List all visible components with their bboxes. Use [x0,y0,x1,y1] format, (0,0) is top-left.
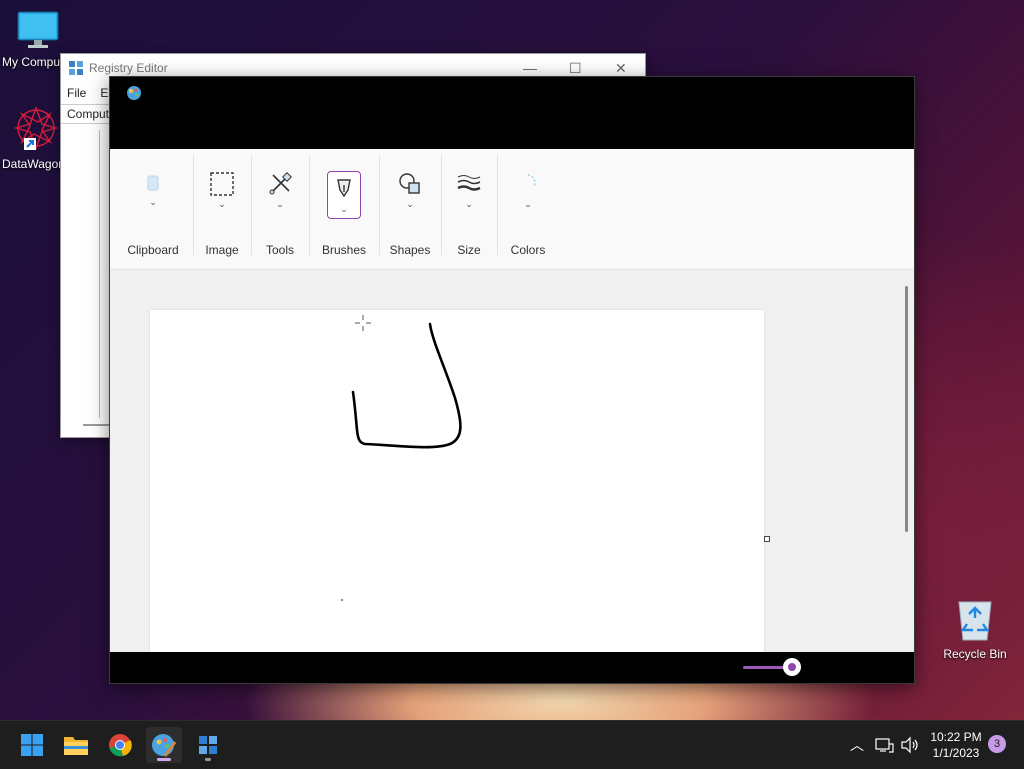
group-label: Shapes [389,243,431,257]
file-explorer-icon [64,737,88,755]
paint-title-bar[interactable] [110,77,914,149]
zoom-slider-thumb[interactable] [783,658,801,676]
chevron-down-icon: ⌄ [149,197,157,207]
chevron-down-icon: ⌄ [406,199,414,209]
drawing-canvas[interactable] [150,310,764,652]
chevron-down-icon: ⌄ [218,199,226,209]
group-label: Brushes [321,243,367,257]
tools-button[interactable]: ⌄ [264,171,296,219]
taskbar: ︿ 10:22 PM 1/1/2023 [0,720,1024,769]
minimize-button[interactable]: — [523,60,537,76]
zoom-slider-track[interactable] [743,666,788,669]
group-label: Colors [510,243,546,257]
ribbon-group-tools: ⌄ Tools [252,149,308,269]
close-button[interactable]: ✕ [615,60,627,77]
start-button[interactable] [14,727,50,763]
clock[interactable]: 10:22 PM 1/1/2023 [920,729,992,761]
active-indicator [157,758,171,761]
volume-icon[interactable] [900,736,920,754]
select-button[interactable]: ⌄ [206,171,238,219]
paint-window[interactable]: ⌄ Clipboard ⌄ Image ⌄ Tools ⌄ Brushes ⌄ … [109,76,915,684]
chevron-down-icon: ⌄ [465,199,473,209]
status-bar [110,652,914,683]
show-hidden-icons-chevron-up-icon[interactable]: ︿ [846,735,868,755]
system-tray: ︿ [846,721,920,769]
ribbon-group-colors: ⌄ Colors [498,149,558,269]
group-label: Tools [265,243,294,257]
brushes-button[interactable]: ⌄ [327,171,361,219]
clipboard-icon [147,175,159,191]
vertical-scrollbar[interactable] [905,286,908,532]
ribbon-group-brushes: ⌄ Brushes [310,149,378,269]
notification-badge[interactable]: 3 [988,735,1006,753]
datawagon-icon [13,106,59,150]
tools-icon [269,172,292,195]
window-title: Registry Editor [89,61,168,75]
ribbon-group-clipboard: ⌄ Clipboard [118,149,188,269]
chevron-down-icon: ⌄ [340,204,348,214]
maximize-button[interactable]: ☐ [569,60,582,77]
group-label: Size [457,243,481,257]
brush-icon [337,179,351,198]
taskbar-paint[interactable] [146,727,182,763]
paint-icon [152,734,177,757]
taskbar-chrome[interactable] [102,727,138,763]
ribbon-group-image: ⌄ Image [194,149,250,269]
shapes-button[interactable]: ⌄ [394,171,426,219]
tree-pane-divider [99,130,100,418]
desktop-icon-recycle-bin[interactable]: Recycle Bin [937,598,1013,661]
taskbar-file-explorer[interactable] [58,727,94,763]
monitor-icon [17,11,59,48]
ribbon-toolbar: ⌄ Clipboard ⌄ Image ⌄ Tools ⌄ Brushes ⌄ … [110,149,914,270]
network-icon[interactable] [874,736,894,754]
crosshair-cursor-icon [355,315,371,331]
group-label: Image [205,243,239,257]
size-icon [457,175,481,191]
chrome-icon [109,734,132,757]
canvas-area [110,270,914,652]
chevron-down-icon: ⌄ [524,199,532,209]
clock-date: 1/1/2023 [932,746,980,760]
running-indicator [205,758,211,761]
registry-editor-icon [69,61,83,75]
recycle-bin-icon [958,601,992,641]
taskbar-registry-editor[interactable] [190,727,226,763]
ribbon-group-size: ⌄ Size [442,149,496,269]
select-icon [210,172,234,196]
colors-button[interactable]: ⌄ [512,171,544,219]
drawn-stroke [341,315,462,601]
shapes-icon [399,173,420,194]
colors-icon [527,174,536,188]
group-label: Clipboard [127,243,179,257]
desktop-icon-label: Recycle Bin [943,647,1007,661]
ribbon-group-shapes: ⌄ Shapes [380,149,440,269]
chevron-down-icon: ⌄ [276,199,284,209]
canvas-resize-handle[interactable] [764,536,770,542]
size-button[interactable]: ⌄ [453,171,485,219]
paint-app-icon [127,86,141,100]
registry-editor-icon [199,736,217,754]
start-icon [21,734,43,756]
clock-time: 10:22 PM [930,730,982,744]
menu-file[interactable]: File [67,86,86,100]
clipboard-button[interactable]: ⌄ [137,171,169,219]
